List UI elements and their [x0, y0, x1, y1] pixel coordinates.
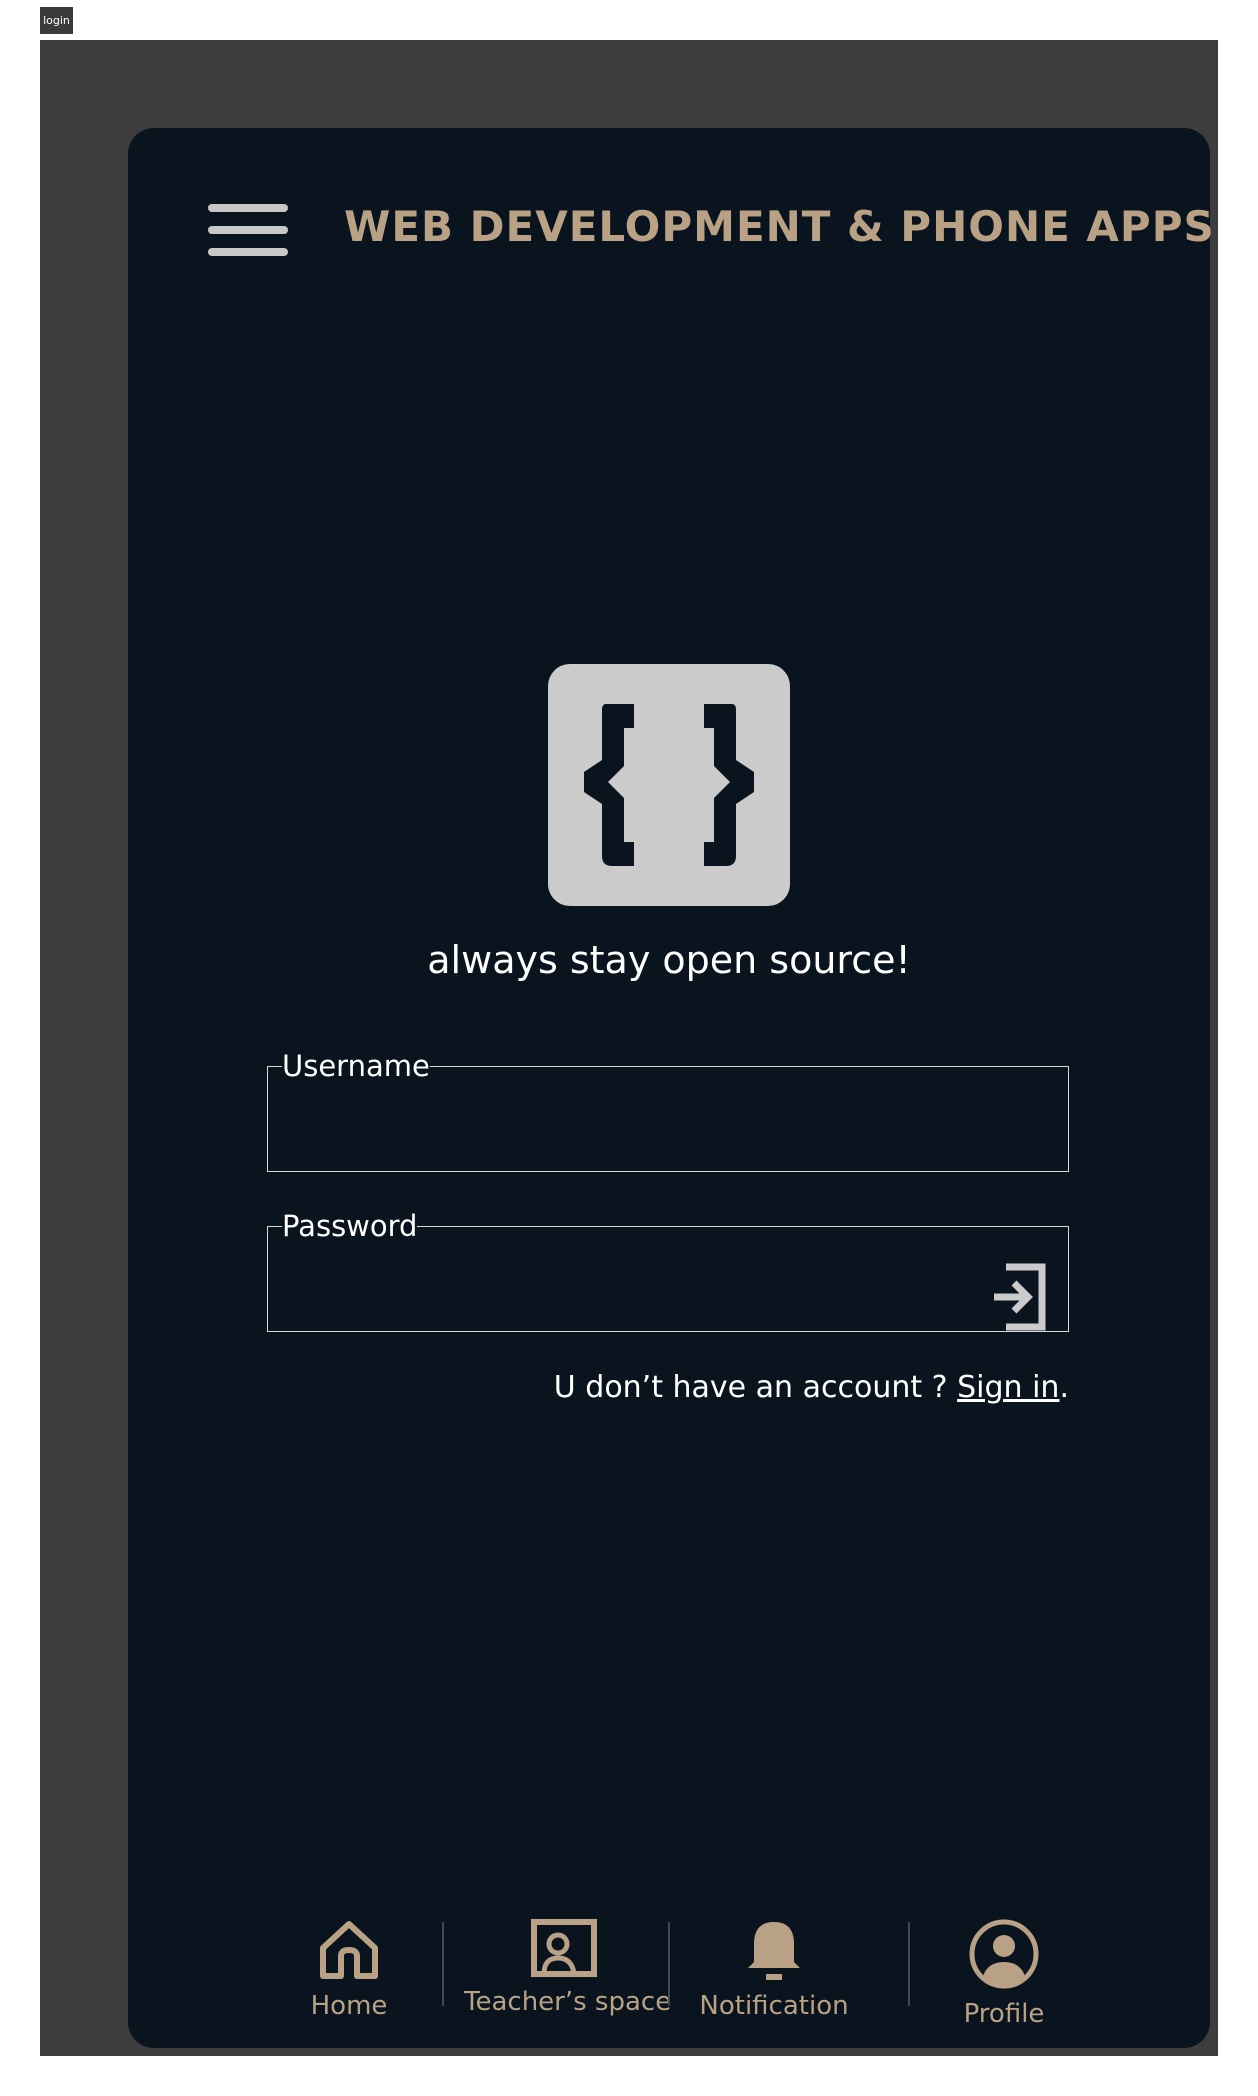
teacher-board-icon [464, 1918, 664, 1985]
profile-icon [944, 1918, 1064, 1997]
sign-in-link[interactable]: Sign in [957, 1370, 1059, 1405]
bottom-nav: Home Teacher’s space Notification Profil… [128, 1918, 1210, 2038]
username-input[interactable] [286, 1111, 978, 1173]
hamburger-icon[interactable] [208, 198, 292, 272]
signup-suffix: . [1059, 1370, 1069, 1405]
nav-divider [908, 1922, 910, 2006]
curly-braces-icon [548, 664, 790, 906]
nav-divider [668, 1922, 670, 2006]
nav-divider [442, 1922, 444, 2006]
nav-label-notification: Notification [699, 1991, 849, 2021]
frame-tag: login [40, 7, 73, 34]
password-label: Password [282, 1209, 418, 1243]
app-screen: WEB DEVELOPMENT & PHONE APPS always stay… [128, 128, 1214, 2048]
bell-icon [694, 1918, 854, 1989]
nav-label-teachers-space: Teacher’s space [464, 1987, 672, 2017]
password-field: Password [267, 1209, 1069, 1333]
nav-item-teachers-space[interactable]: Teacher’s space [464, 1918, 672, 2017]
nav-label-profile: Profile [963, 1999, 1045, 2029]
nav-item-home[interactable]: Home [294, 1918, 404, 2021]
username-label: Username [282, 1049, 430, 1083]
signup-prompt-text: U don’t have an account ? [553, 1370, 958, 1405]
signup-prompt: U don’t have an account ? Sign in. [554, 1370, 1069, 1405]
password-input[interactable] [286, 1271, 978, 1333]
nav-label-home: Home [310, 1991, 388, 2021]
username-field: Username [267, 1049, 1069, 1173]
nav-item-notification[interactable]: Notification [694, 1918, 854, 2021]
device-frame: WEB DEVELOPMENT & PHONE APPS always stay… [40, 40, 1218, 2056]
tagline: always stay open source! [427, 938, 911, 982]
login-icon[interactable] [992, 1263, 1048, 1331]
app-title: WEB DEVELOPMENT & PHONE APPS [344, 202, 1215, 251]
nav-item-profile[interactable]: Profile [944, 1918, 1064, 2029]
home-icon [294, 1918, 404, 1989]
